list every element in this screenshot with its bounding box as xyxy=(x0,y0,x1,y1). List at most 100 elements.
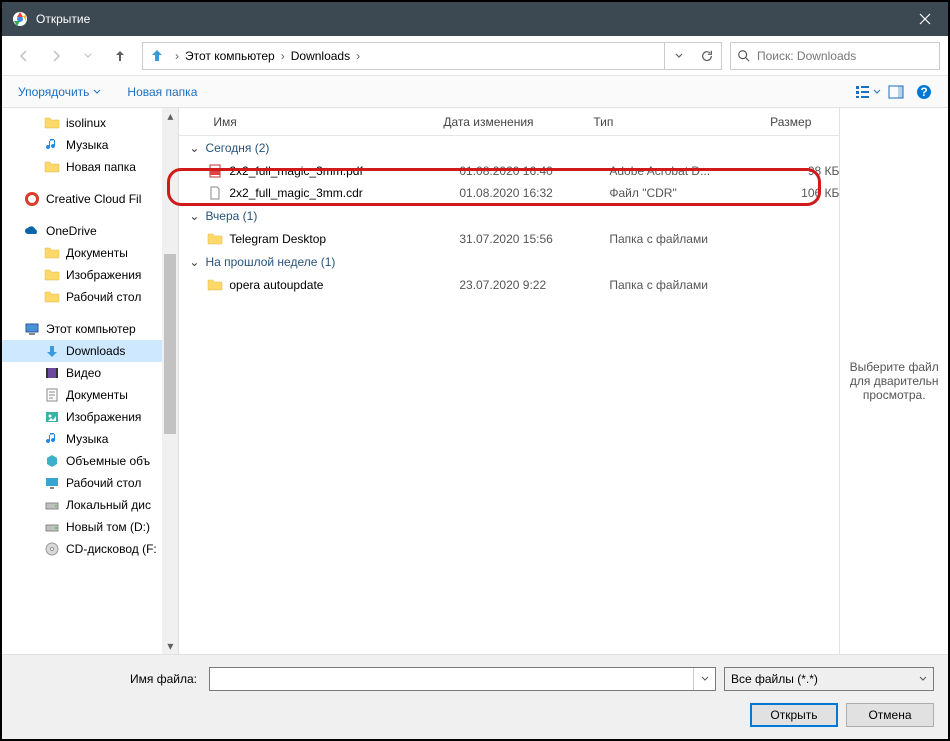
file-type-filter[interactable]: Все файлы (*.*) xyxy=(724,667,934,691)
scroll-up-button[interactable]: ▴ xyxy=(162,108,178,124)
svg-text:?: ? xyxy=(920,85,927,99)
tree-item[interactable]: OneDrive xyxy=(2,220,178,242)
tree-item[interactable]: Музыка xyxy=(2,134,178,156)
new-folder-button[interactable]: Новая папка xyxy=(121,81,203,103)
refresh-button[interactable] xyxy=(693,43,721,69)
tree-item[interactable]: Музыка xyxy=(2,428,178,450)
tree-item[interactable]: Изображения xyxy=(2,264,178,286)
file-size: 98 КБ xyxy=(759,164,839,178)
cancel-button[interactable]: Отмена xyxy=(846,703,934,727)
search-icon xyxy=(737,49,751,63)
music-icon xyxy=(44,137,60,153)
tree-item[interactable]: isolinux xyxy=(2,112,178,134)
folder-tree: isolinux Музыка Новая папка Creative Cloud … xyxy=(2,108,179,654)
view-mode-button[interactable] xyxy=(854,80,882,104)
video-icon xyxy=(44,365,60,381)
tree-item[interactable]: CD-дисковод (F: xyxy=(2,538,178,560)
help-button[interactable]: ? xyxy=(910,80,938,104)
tree-item[interactable]: Creative Cloud Fil xyxy=(2,188,178,210)
file-name: opera autoupdate xyxy=(229,278,459,292)
group-label: Сегодня (2) xyxy=(205,141,269,155)
chevron-down-icon: ⌄ xyxy=(189,209,199,223)
pdf-icon xyxy=(207,163,223,179)
group-header[interactable]: ⌄На прошлой неделе (1) xyxy=(179,250,839,274)
app-icon xyxy=(12,11,28,27)
tree-item[interactable]: Изображения xyxy=(2,406,178,428)
tree-item[interactable]: Новый том (D:) xyxy=(2,516,178,538)
group-header[interactable]: ⌄Вчера (1) xyxy=(179,204,839,228)
folder-icon xyxy=(44,159,60,175)
sidebar-scrollbar[interactable]: ▴ ▾ xyxy=(162,108,178,654)
column-date[interactable]: Дата изменения xyxy=(437,115,587,129)
tree-item[interactable]: Этот компьютер xyxy=(2,318,178,340)
tree-item[interactable]: Документы xyxy=(2,242,178,264)
tree-label: Документы xyxy=(66,246,128,260)
navigation-bar: › Этот компьютер › Downloads › Поиск: Do… xyxy=(2,36,948,76)
toolbar: Упорядочить Новая папка ? xyxy=(2,76,948,108)
file-row[interactable]: opera autoupdate23.07.2020 9:22Папка с ф… xyxy=(179,274,839,296)
tree-item[interactable]: Локальный дис xyxy=(2,494,178,516)
column-type[interactable]: Тип xyxy=(587,115,737,129)
chevron-down-icon xyxy=(93,88,101,96)
preview-pane-button[interactable] xyxy=(882,80,910,104)
tree-label: Рабочий стол xyxy=(66,290,141,304)
recent-dropdown[interactable] xyxy=(74,42,102,70)
tree-item[interactable]: Рабочий стол xyxy=(2,286,178,308)
filename-field[interactable] xyxy=(210,672,693,686)
file-type: Файл "CDR" xyxy=(609,186,759,200)
up-button[interactable] xyxy=(106,42,134,70)
column-size[interactable]: Размер xyxy=(737,115,817,129)
tree-item[interactable]: Рабочий стол xyxy=(2,472,178,494)
chevron-down-icon xyxy=(919,675,927,683)
tree-item[interactable]: Объемные объ xyxy=(2,450,178,472)
organize-menu[interactable]: Упорядочить xyxy=(12,81,107,103)
tree-label: Локальный дис xyxy=(66,498,151,512)
tree-label: Новая папка xyxy=(66,160,136,174)
search-input[interactable]: Поиск: Downloads xyxy=(730,42,940,70)
onedrive-icon xyxy=(24,223,40,239)
column-name[interactable]: Имя xyxy=(207,115,437,129)
file-type: Adobe Acrobat D... xyxy=(609,164,759,178)
folder-icon xyxy=(207,277,223,293)
scroll-down-button[interactable]: ▾ xyxy=(162,638,178,654)
filename-dropdown[interactable] xyxy=(693,668,715,690)
dialog-body: isolinux Музыка Новая папка Creative Cloud … xyxy=(2,108,948,654)
chevron-right-icon[interactable]: › xyxy=(277,49,289,63)
file-name: Telegram Desktop xyxy=(229,232,459,246)
chevron-right-icon[interactable]: › xyxy=(171,49,183,63)
tree-label: Музыка xyxy=(66,138,108,152)
tree-label: Музыка xyxy=(66,432,108,446)
tree-label: Документы xyxy=(66,388,128,402)
breadcrumb[interactable]: Этот компьютер xyxy=(183,49,277,63)
close-button[interactable] xyxy=(902,2,948,36)
tree-item[interactable]: Downloads xyxy=(2,340,178,362)
address-dropdown[interactable] xyxy=(665,43,693,69)
pc-icon xyxy=(24,321,40,337)
location-icon xyxy=(147,46,167,66)
chevron-down-icon: ⌄ xyxy=(189,255,199,269)
file-date: 23.07.2020 9:22 xyxy=(459,278,609,292)
file-list-pane: Имя Дата изменения Тип Размер ⌄Сегодня (… xyxy=(179,108,839,654)
file-row[interactable]: 2x2_full_magic_3mm.cdr01.08.2020 16:32Фа… xyxy=(179,182,839,204)
open-button[interactable]: Открыть xyxy=(750,703,838,727)
breadcrumb[interactable]: Downloads xyxy=(289,49,352,63)
back-button[interactable] xyxy=(10,42,38,70)
tree-label: Downloads xyxy=(66,344,125,358)
scroll-track[interactable] xyxy=(162,124,178,638)
chevron-right-icon[interactable]: › xyxy=(352,49,364,63)
file-row[interactable]: Telegram Desktop31.07.2020 15:56Папка с … xyxy=(179,228,839,250)
tree-item[interactable]: Видео xyxy=(2,362,178,384)
scroll-thumb[interactable] xyxy=(164,254,176,434)
group-header[interactable]: ⌄Сегодня (2) xyxy=(179,136,839,160)
file-icon xyxy=(207,185,223,201)
preview-pane: Выберите файл для дварительн просмотра. xyxy=(839,108,948,654)
file-type: Папка с файлами xyxy=(609,278,759,292)
filter-label: Все файлы (*.*) xyxy=(731,672,818,686)
tree-item[interactable]: Новая папка xyxy=(2,156,178,178)
filename-input[interactable] xyxy=(209,667,716,691)
tree-item[interactable]: Документы xyxy=(2,384,178,406)
address-bar[interactable]: › Этот компьютер › Downloads › xyxy=(142,42,722,70)
forward-button[interactable] xyxy=(42,42,70,70)
file-row[interactable]: 2x2_full_magic_3mm.pdf01.08.2020 16:40Ad… xyxy=(179,160,839,182)
tree-label: Рабочий стол xyxy=(66,476,141,490)
